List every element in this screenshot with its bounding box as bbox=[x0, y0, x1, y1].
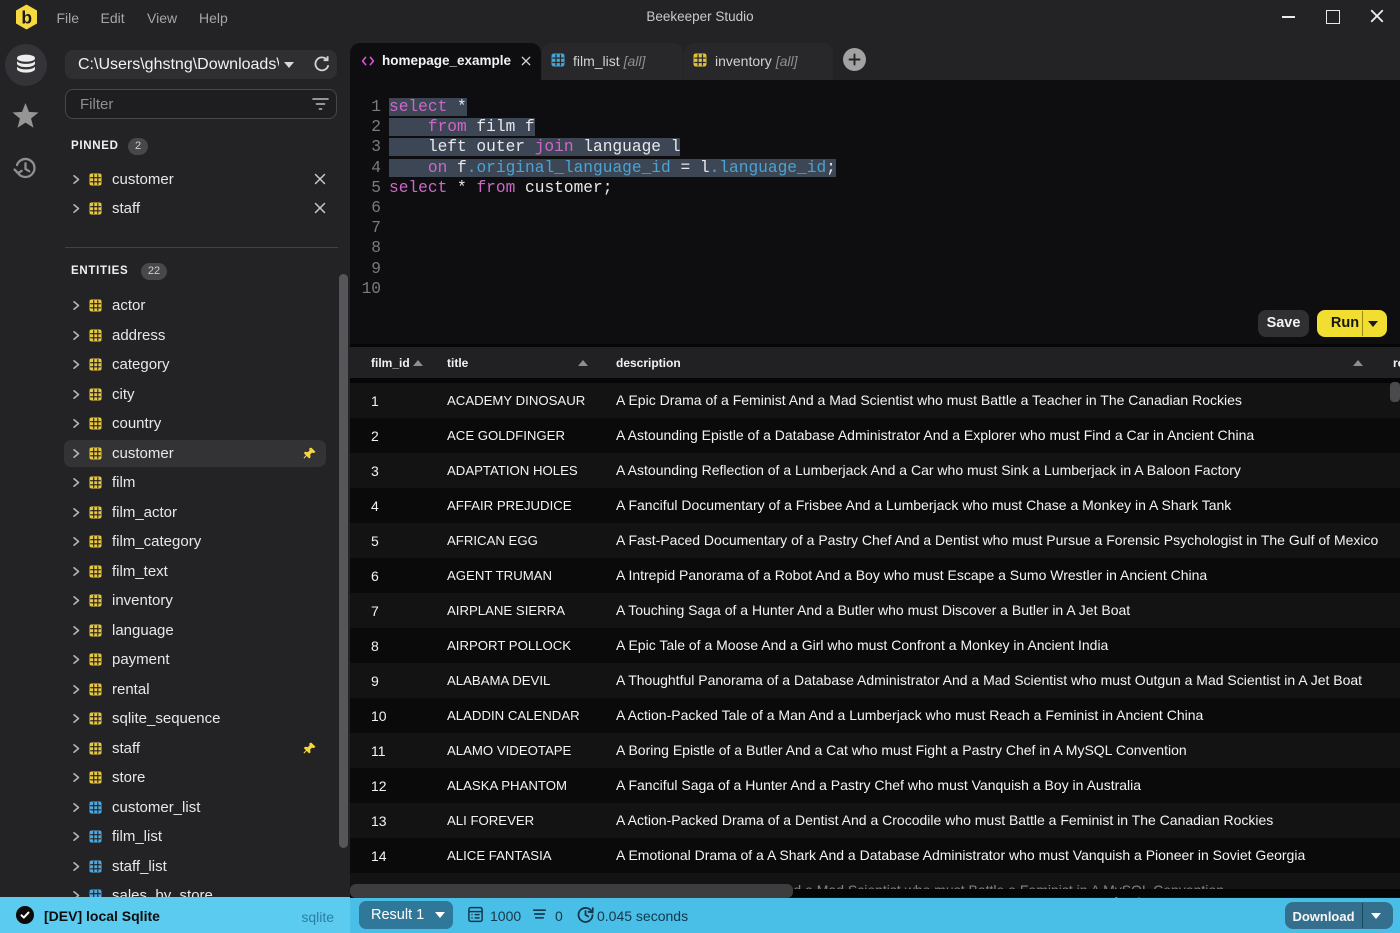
svg-text:b: b bbox=[21, 8, 32, 28]
